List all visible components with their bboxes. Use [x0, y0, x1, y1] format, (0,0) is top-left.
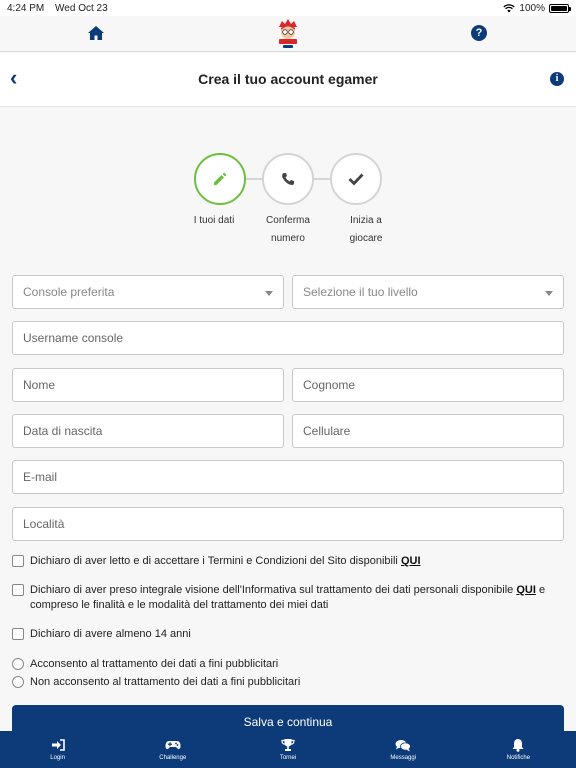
egamer-logo — [279, 19, 297, 48]
age-checkbox[interactable] — [12, 628, 24, 640]
tab-tornei-label: Tornei — [279, 755, 297, 761]
birthdate-input[interactable] — [12, 414, 284, 448]
terms-link[interactable]: QUI — [401, 555, 421, 567]
chat-icon — [395, 738, 412, 752]
first-name-input[interactable] — [12, 368, 284, 402]
status-bar: 4:24 PM Wed Oct 23 100% — [0, 0, 576, 16]
privacy-consent: Dichiaro di aver preso integrale visione… — [12, 583, 568, 615]
console-select[interactable]: Console preferita — [12, 275, 284, 309]
phone-input[interactable] — [292, 414, 564, 448]
terms-text: Dichiaro di aver letto e di accettare i … — [30, 555, 401, 567]
gamepad-icon — [165, 738, 181, 752]
privacy-text-1: Dichiaro di aver preso integrale visione… — [30, 584, 517, 596]
level-select[interactable]: Selezione il tuo livello — [292, 275, 564, 309]
phone-icon — [282, 173, 294, 185]
page-header: ‹ Crea il tuo account egamer i — [0, 53, 576, 107]
tab-login[interactable]: Login — [0, 731, 115, 768]
checkmark-icon — [348, 173, 364, 186]
login-icon — [51, 738, 65, 752]
terms-checkbox[interactable] — [12, 555, 24, 567]
marketing-yes-text: Acconsento al trattamento dei dati a fin… — [30, 658, 279, 670]
info-icon[interactable]: i — [550, 72, 564, 86]
tab-notifiche[interactable]: Notifiche — [461, 731, 576, 768]
trophy-icon — [281, 738, 295, 752]
level-select-value: Selezione il tuo livello — [303, 285, 418, 299]
tab-challenge[interactable]: Challenge — [115, 731, 230, 768]
tab-notifiche-label: Notifiche — [506, 755, 531, 761]
privacy-link[interactable]: QUI — [516, 584, 536, 596]
marketing-no-radio[interactable] — [12, 676, 24, 688]
battery-icon — [549, 3, 571, 13]
tab-messaggi-label: Messaggi — [390, 755, 417, 761]
city-input[interactable] — [12, 507, 564, 541]
registration-form: I tuoi dati Conferma numero Inizia a gio… — [0, 108, 576, 730]
tab-challenge-label: Challenge — [159, 755, 187, 761]
tab-messaggi[interactable]: Messaggi — [346, 731, 461, 768]
tab-login-label: Login — [50, 755, 65, 761]
step-2-label: Conferma numero — [266, 215, 310, 244]
marketing-no-option: Non acconsento al trattamento dei dati a… — [12, 675, 568, 691]
battery-percent: 100% — [519, 2, 545, 14]
step-3-start-playing — [330, 153, 382, 205]
marketing-no-text: Non acconsento al trattamento dei dati a… — [30, 676, 301, 688]
help-icon[interactable]: ? — [471, 25, 487, 41]
username-console-input[interactable] — [12, 321, 564, 355]
wifi-icon — [503, 3, 516, 12]
console-select-value: Console preferita — [23, 285, 115, 299]
top-nav: ? — [0, 16, 576, 52]
marketing-yes-option: Acconsento al trattamento dei dati a fin… — [12, 657, 568, 673]
page-title: Crea il tuo account egamer — [198, 71, 378, 87]
age-consent: Dichiaro di avere almeno 14 anni — [12, 627, 568, 643]
status-time: 4:24 PM — [7, 2, 45, 14]
caret-down-icon — [545, 291, 553, 296]
terms-consent: Dichiaro di aver letto e di accettare i … — [12, 554, 568, 570]
last-name-input[interactable] — [292, 368, 564, 402]
caret-down-icon — [265, 291, 273, 296]
pencil-icon — [214, 172, 227, 185]
tab-tornei[interactable]: Tornei — [230, 731, 345, 768]
step-1-personal-data — [194, 153, 246, 205]
privacy-checkbox[interactable] — [12, 584, 24, 596]
step-3-label: Inizia a giocare — [349, 215, 383, 244]
home-icon[interactable] — [87, 24, 105, 42]
age-text: Dichiaro di avere almeno 14 anni — [30, 628, 191, 640]
status-date: Wed Oct 23 — [55, 2, 108, 14]
bottom-tab-bar: Login Challenge Tornei Messaggi Notifich… — [0, 731, 576, 768]
step-2-confirm-number — [262, 153, 314, 205]
step-1-label: I tuoi dati — [193, 215, 235, 226]
email-input[interactable] — [12, 460, 564, 494]
bell-icon — [512, 738, 524, 752]
marketing-yes-radio[interactable] — [12, 658, 24, 670]
